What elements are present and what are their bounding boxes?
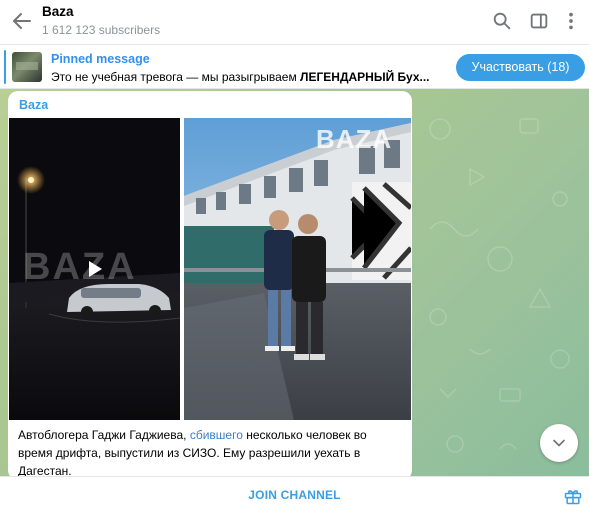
video-watermark: BAZA: [23, 246, 137, 288]
pinned-title: Pinned message: [51, 52, 150, 66]
video-attachment[interactable]: BAZA: [9, 118, 180, 420]
message-caption: Автоблогера Гаджи Гаджиева, сбившего нес…: [18, 428, 367, 476]
caption-link[interactable]: сбившего: [190, 428, 243, 442]
pinned-text: Это не учебная тревога — мы разыгрываем …: [51, 70, 430, 84]
pinned-message-bar[interactable]: Pinned message Это не учебная тревога — …: [0, 45, 589, 89]
message-sender[interactable]: Baza: [19, 98, 48, 112]
pinned-thumbnail: [12, 52, 42, 82]
gift-icon[interactable]: [563, 486, 583, 506]
pinned-indicator: [4, 50, 6, 84]
chat-area: Baza BAZA BAZA Автоблогера Гаджи Гаджиев…: [0, 89, 589, 476]
more-vertical-icon[interactable]: [560, 10, 582, 32]
back-arrow-icon[interactable]: [10, 9, 34, 33]
sidebar-toggle-icon[interactable]: [528, 10, 550, 32]
photo-frame: [184, 118, 411, 420]
play-icon[interactable]: [86, 260, 104, 278]
participate-button[interactable]: Участвовать (18): [456, 54, 585, 81]
chevron-down-icon: [553, 439, 565, 447]
channel-footer: JOIN CHANNEL: [0, 476, 589, 513]
channel-title[interactable]: Baza: [42, 4, 74, 19]
chat-header: Baza 1 612 123 subscribers: [0, 0, 589, 45]
subscriber-count: 1 612 123 subscribers: [42, 23, 161, 37]
photo-attachment[interactable]: BAZA: [184, 118, 411, 420]
message-bubble: Baza BAZA BAZA Автоблогера Гаджи Гаджиев…: [8, 91, 412, 476]
scroll-down-button[interactable]: [540, 424, 578, 462]
join-channel-button[interactable]: JOIN CHANNEL: [0, 477, 589, 513]
search-icon[interactable]: [491, 10, 513, 32]
photo-watermark: BAZA: [316, 124, 393, 154]
